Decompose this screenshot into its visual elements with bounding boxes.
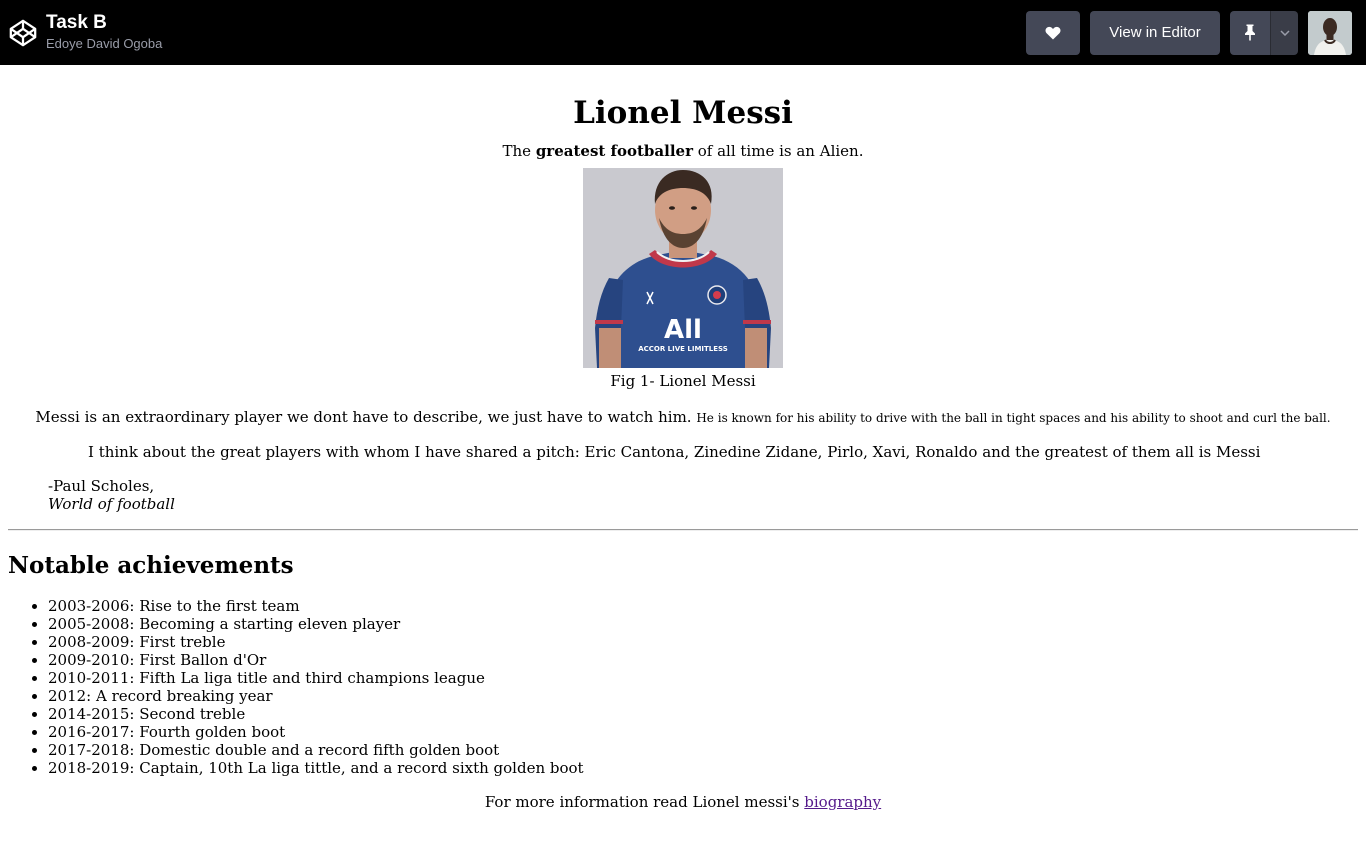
user-avatar[interactable] <box>1308 10 1352 55</box>
achievements-heading: Notable achievements <box>8 552 294 579</box>
achievements-section: Notable achievements 2003-2006: Rise to … <box>8 552 1358 811</box>
tagline-bold: greatest footballer <box>535 142 693 160</box>
jersey-sponsor-text: All <box>664 315 702 345</box>
quote-source: World of football <box>48 495 175 513</box>
biography-link[interactable]: biography <box>804 793 881 811</box>
achievement-item: 2017-2018: Domestic double and a record … <box>48 741 1358 759</box>
like-button[interactable] <box>1026 10 1080 55</box>
codepen-logo-icon[interactable] <box>8 18 38 48</box>
achievement-item: 2018-2019: Captain, 10th La liga tittle,… <box>48 759 1358 777</box>
pen-preview: Lionel Messi The greatest footballer of … <box>0 95 1366 811</box>
achievement-item: 2008-2009: First treble <box>48 633 1358 651</box>
quote-block: I think about the great players with who… <box>48 443 1318 513</box>
chevron-down-icon <box>1279 29 1290 36</box>
messi-photo: All ACCOR LIVE LIMITLESS <box>583 168 783 368</box>
achievement-item: 2005-2008: Becoming a starting eleven pl… <box>48 615 1358 633</box>
avatar-icon <box>1308 10 1352 55</box>
achievement-item: 2012: A record breaking year <box>48 687 1358 705</box>
more-info: For more information read Lionel messi's… <box>8 793 1358 811</box>
heart-icon <box>1045 26 1061 39</box>
description-main: Messi is an extraordinary player we dont… <box>35 408 692 426</box>
tagline-after: of all time is an Alien. <box>692 142 864 160</box>
achievement-item: 2016-2017: Fourth golden boot <box>48 723 1358 741</box>
pen-title[interactable]: Task B <box>46 12 162 34</box>
pin-button[interactable] <box>1230 10 1270 55</box>
tagline-before: The <box>502 142 536 160</box>
jersey-sponsor-subtext: ACCOR LIVE LIMITLESS <box>638 345 728 353</box>
quote-text: I think about the great players with who… <box>88 443 1261 461</box>
figure-caption: Fig 1- Lionel Messi <box>610 372 756 390</box>
achievements-list: 2003-2006: Rise to the first team 2005-2… <box>8 597 1358 777</box>
pen-author[interactable]: Edoye David Ogoba <box>46 35 162 53</box>
page-title: Lionel Messi <box>573 95 793 131</box>
quote-author: -Paul Scholes, <box>48 477 155 495</box>
header-actions: View in Editor <box>1026 10 1352 55</box>
codepen-header: Task B Edoye David Ogoba View in Editor <box>0 0 1366 65</box>
brand: Task B Edoye David Ogoba <box>8 12 162 53</box>
tagline: The greatest footballer of all time is a… <box>8 142 1358 160</box>
pin-options-button[interactable] <box>1270 10 1298 55</box>
pin-icon <box>1245 24 1255 41</box>
description: Messi is an extraordinary player we dont… <box>8 408 1358 427</box>
achievement-item: 2009-2010: First Ballon d'Or <box>48 651 1358 669</box>
achievement-item: 2014-2015: Second treble <box>48 705 1358 723</box>
achievement-item: 2010-2011: Fifth La liga title and third… <box>48 669 1358 687</box>
divider <box>8 529 1358 531</box>
pin-group <box>1230 10 1298 55</box>
figure: All ACCOR LIVE LIMITLESS Fig 1- Lionel M… <box>8 168 1358 390</box>
achievement-item: 2003-2006: Rise to the first team <box>48 597 1358 615</box>
view-in-editor-button[interactable]: View in Editor <box>1090 10 1220 55</box>
more-info-text: For more information read Lionel messi's <box>484 793 805 811</box>
description-small: He is known for his ability to drive wit… <box>696 411 1331 425</box>
main-section: Lionel Messi The greatest footballer of … <box>8 95 1358 513</box>
quote-citation: -Paul Scholes, World of football <box>48 477 1318 513</box>
